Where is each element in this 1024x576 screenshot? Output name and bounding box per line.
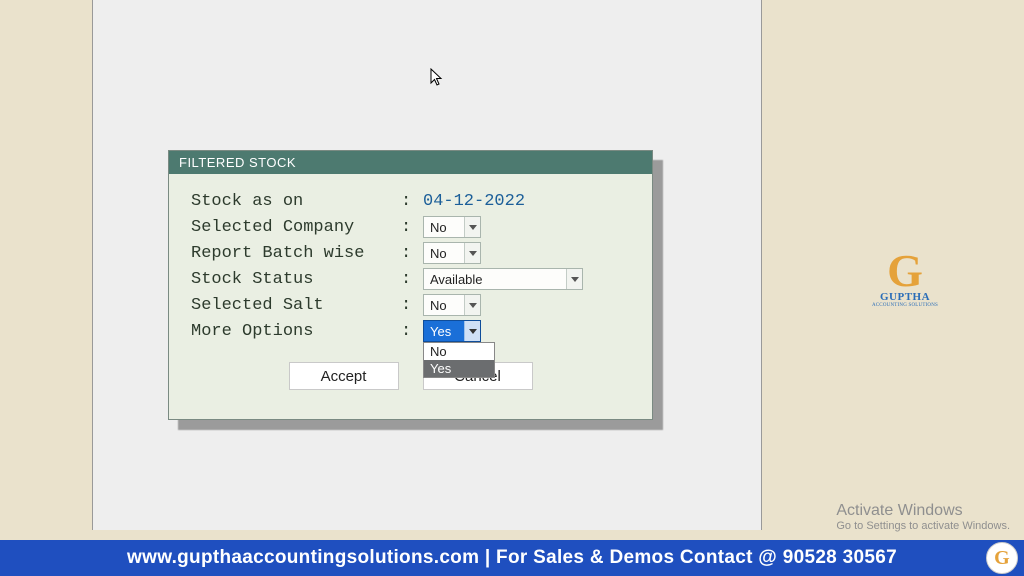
select-value: No <box>424 246 464 261</box>
footer-banner: www.gupthaaccountingsolutions.com | For … <box>0 540 1024 576</box>
row-selected-salt: Selected Salt : No <box>191 292 630 318</box>
footer-text: www.gupthaaccountingsolutions.com | For … <box>127 547 897 569</box>
row-selected-company: Selected Company : No <box>191 214 630 240</box>
row-stock-as-on: Stock as on : 04-12-2022 <box>191 188 630 214</box>
colon: : <box>401 270 423 289</box>
filtered-stock-dialog: FILTERED STOCK Stock as on : 04-12-2022 … <box>168 150 653 420</box>
row-stock-status: Stock Status : Available <box>191 266 630 292</box>
label-selected-salt: Selected Salt <box>191 296 401 315</box>
chevron-down-icon <box>464 243 480 263</box>
more-options-dropdown: No Yes <box>423 342 495 378</box>
dialog-body: Stock as on : 04-12-2022 Selected Compan… <box>169 174 652 400</box>
watermark-line1: Activate Windows <box>836 502 1010 520</box>
colon: : <box>401 192 423 211</box>
label-more-options: More Options <box>191 322 401 341</box>
label-stock-as-on: Stock as on <box>191 192 401 211</box>
row-report-batch-wise: Report Batch wise : No <box>191 240 630 266</box>
chevron-down-icon <box>464 321 480 341</box>
select-stock-status[interactable]: Available <box>423 268 583 290</box>
select-value: Available <box>424 272 566 287</box>
dialog-button-row: Accept Cancel <box>191 362 630 390</box>
chevron-down-icon <box>566 269 582 289</box>
select-report-batch-wise[interactable]: No <box>423 242 481 264</box>
select-more-options[interactable]: Yes No Yes <box>423 320 481 342</box>
select-selected-salt[interactable]: No <box>423 294 481 316</box>
option-yes[interactable]: Yes <box>424 360 494 377</box>
logo-letter: G <box>887 250 923 291</box>
select-value: Yes <box>424 324 464 339</box>
guptha-logo: G GUPTHA ACCOUNTING SOLUTIONS <box>866 250 944 308</box>
colon: : <box>401 218 423 237</box>
label-selected-company: Selected Company <box>191 218 401 237</box>
footer-logo-letter: G <box>994 547 1010 570</box>
colon: : <box>401 296 423 315</box>
logo-subtext: ACCOUNTING SOLUTIONS <box>866 303 944 308</box>
select-selected-company[interactable]: No <box>423 216 481 238</box>
label-stock-status: Stock Status <box>191 270 401 289</box>
colon: : <box>401 322 423 341</box>
option-no[interactable]: No <box>424 343 494 360</box>
value-stock-as-on[interactable]: 04-12-2022 <box>423 192 525 211</box>
select-value: No <box>424 220 464 235</box>
dialog-title: FILTERED STOCK <box>169 151 652 174</box>
accept-button[interactable]: Accept <box>289 362 399 390</box>
chevron-down-icon <box>464 295 480 315</box>
windows-activation-watermark: Activate Windows Go to Settings to activ… <box>836 502 1010 532</box>
select-value: No <box>424 298 464 313</box>
chevron-down-icon <box>464 217 480 237</box>
colon: : <box>401 244 423 263</box>
label-report-batch-wise: Report Batch wise <box>191 244 401 263</box>
row-more-options: More Options : Yes No Yes <box>191 318 630 344</box>
footer-logo-badge: G <box>986 542 1018 574</box>
watermark-line2: Go to Settings to activate Windows. <box>836 520 1010 532</box>
